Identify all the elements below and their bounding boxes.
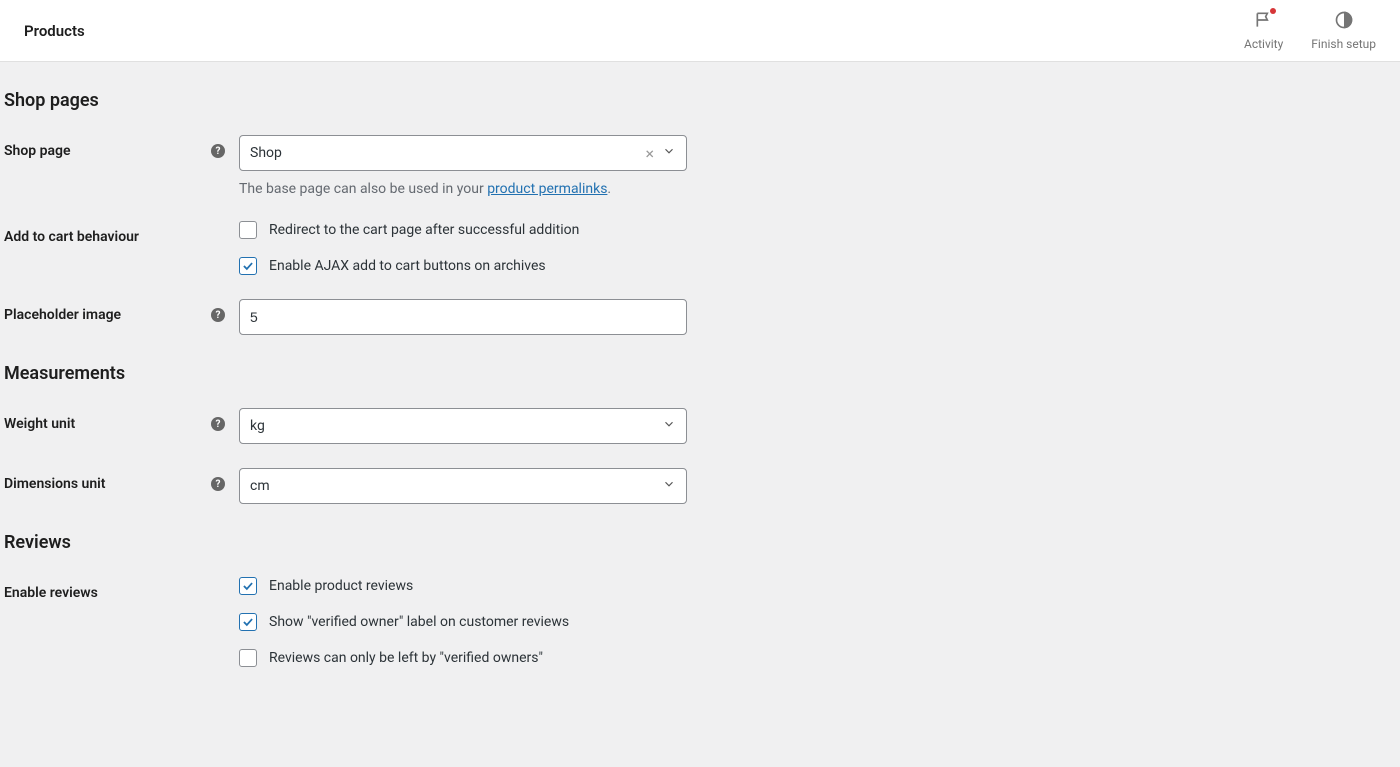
weight-unit-control: kg <box>239 408 687 444</box>
shop-page-control: Shop × The base page can also be used in… <box>239 135 687 197</box>
activity-label: Activity <box>1244 37 1283 51</box>
notification-dot-icon <box>1270 8 1276 14</box>
placeholder-image-row: Placeholder image ? <box>4 299 1396 335</box>
verified-owner-label[interactable]: Show "verified owner" label on customer … <box>269 614 569 630</box>
dimensions-unit-value: cm <box>250 478 662 494</box>
ajax-checkbox-row: Enable AJAX add to cart buttons on archi… <box>239 257 687 275</box>
shop-page-row: Shop page ? Shop × The base page can als… <box>4 135 1396 197</box>
page-header: Products Activity Finish setup <box>0 0 1400 62</box>
settings-content: Shop pages Shop page ? Shop × The base p… <box>0 90 1400 707</box>
shop-page-label: Shop page ? <box>4 135 239 159</box>
dimensions-unit-label: Dimensions unit ? <box>4 468 239 492</box>
placeholder-image-label: Placeholder image ? <box>4 299 239 323</box>
enable-product-reviews-label[interactable]: Enable product reviews <box>269 578 413 594</box>
chevron-down-icon <box>662 144 676 162</box>
weight-unit-label: Weight unit ? <box>4 408 239 432</box>
ajax-label[interactable]: Enable AJAX add to cart buttons on archi… <box>269 258 546 274</box>
header-actions: Activity Finish setup <box>1244 10 1376 51</box>
dimensions-unit-select[interactable]: cm <box>239 468 687 504</box>
chevron-down-icon <box>662 477 676 495</box>
circle-half-icon <box>1334 10 1354 33</box>
enable-product-reviews-row: Enable product reviews <box>239 577 687 595</box>
verified-owner-checkbox[interactable] <box>239 613 257 631</box>
weight-unit-select[interactable]: kg <box>239 408 687 444</box>
page-title: Products <box>24 22 85 40</box>
help-icon[interactable]: ? <box>211 417 225 431</box>
help-icon[interactable]: ? <box>211 308 225 322</box>
redirect-checkbox-row: Redirect to the cart page after successf… <box>239 221 687 239</box>
shop-page-value: Shop <box>250 145 645 161</box>
redirect-checkbox[interactable] <box>239 221 257 239</box>
restrict-reviews-label[interactable]: Reviews can only be left by "verified ow… <box>269 650 543 666</box>
activity-button[interactable]: Activity <box>1244 10 1283 51</box>
flag-icon <box>1254 10 1274 33</box>
dimensions-unit-control: cm <box>239 468 687 504</box>
enable-reviews-row: Enable reviews Enable product reviews Sh… <box>4 577 1396 667</box>
add-to-cart-control: Redirect to the cart page after successf… <box>239 221 687 275</box>
measurements-heading: Measurements <box>4 363 1396 384</box>
weight-unit-row: Weight unit ? kg <box>4 408 1396 444</box>
placeholder-image-control <box>239 299 687 335</box>
product-permalinks-link[interactable]: product permalinks <box>487 181 607 197</box>
dimensions-unit-row: Dimensions unit ? cm <box>4 468 1396 504</box>
weight-unit-value: kg <box>250 418 662 434</box>
enable-product-reviews-checkbox[interactable] <box>239 577 257 595</box>
verified-owner-row: Show "verified owner" label on customer … <box>239 613 687 631</box>
help-icon[interactable]: ? <box>211 477 225 491</box>
restrict-reviews-checkbox[interactable] <box>239 649 257 667</box>
chevron-down-icon <box>662 417 676 435</box>
help-icon[interactable]: ? <box>211 144 225 158</box>
enable-reviews-label: Enable reviews <box>4 577 239 601</box>
ajax-checkbox[interactable] <box>239 257 257 275</box>
finish-setup-label: Finish setup <box>1311 37 1376 51</box>
redirect-label[interactable]: Redirect to the cart page after successf… <box>269 222 579 238</box>
enable-reviews-control: Enable product reviews Show "verified ow… <box>239 577 687 667</box>
add-to-cart-row: Add to cart behaviour Redirect to the ca… <box>4 221 1396 275</box>
clear-icon[interactable]: × <box>645 144 654 163</box>
finish-setup-button[interactable]: Finish setup <box>1311 10 1376 51</box>
shop-page-description: The base page can also be used in your p… <box>239 181 687 197</box>
shop-pages-heading: Shop pages <box>4 90 1396 111</box>
placeholder-image-input[interactable] <box>239 299 687 335</box>
restrict-reviews-row: Reviews can only be left by "verified ow… <box>239 649 687 667</box>
shop-page-select[interactable]: Shop × <box>239 135 687 171</box>
add-to-cart-label: Add to cart behaviour <box>4 221 239 245</box>
reviews-heading: Reviews <box>4 532 1396 553</box>
